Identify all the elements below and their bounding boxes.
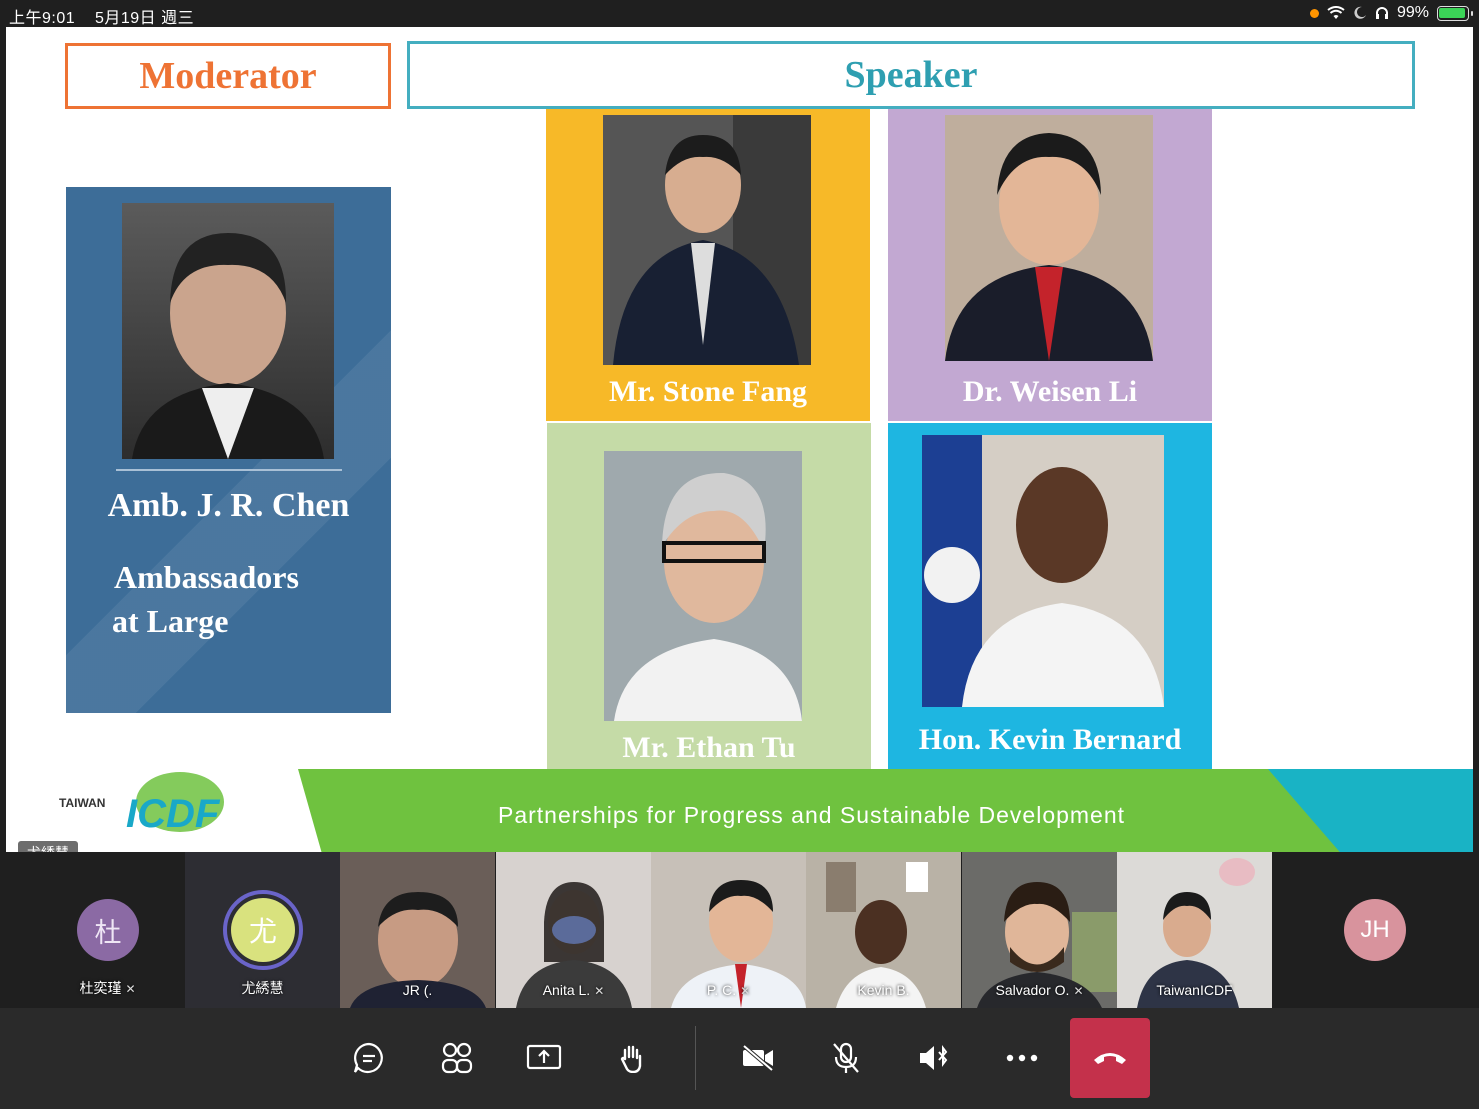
participant-tile[interactable]: JR (. — [340, 852, 495, 1008]
mic-muted-icon: ✕ — [1073, 984, 1084, 998]
avatar: 杜 — [77, 899, 139, 961]
mic-muted-icon: ✕ — [594, 984, 605, 998]
more-options-button[interactable] — [1000, 1038, 1044, 1078]
participant-name: 尤綉慧 — [241, 980, 284, 996]
mic-off-icon — [833, 1042, 859, 1073]
leave-call-button[interactable] — [1070, 1018, 1150, 1098]
speaker-photo-1 — [603, 115, 811, 365]
status-indicators: 99% — [1309, 4, 1473, 22]
participant-tile[interactable]: P. C. ✕ — [651, 852, 806, 1008]
participant-strip[interactable]: 🎙̸ 杜 杜奕瑾✕ 尤 尤綉慧 JR (. Anita L.✕ P. C.✕ K… — [0, 852, 1479, 1008]
participant-tile[interactable]: 杜 杜奕瑾 ✕ — [30, 852, 185, 1008]
people-icon — [441, 1042, 473, 1074]
participant-tile[interactable]: TaiwanICDF — [1117, 852, 1272, 1008]
participant-tile[interactable]: Salvador O. ✕ — [962, 852, 1117, 1008]
speaker-photo-3 — [604, 451, 802, 721]
speaker-photo-4 — [922, 435, 1164, 707]
shared-screen: Moderator Speaker Amb. J. R. Chen Ambass… — [6, 27, 1473, 852]
speaker-name-1: Mr. Stone Fang — [608, 375, 808, 408]
mic-muted-icon: ✕ — [125, 982, 136, 996]
people-button[interactable] — [435, 1038, 479, 1078]
participant-tile[interactable]: JH — [1297, 852, 1452, 1008]
speaker-header: Speaker — [407, 41, 1415, 109]
participant-name: Anita L. ✕ — [542, 982, 605, 998]
logo-taiwan-text: TAIWAN — [59, 796, 106, 810]
camera-off-icon — [742, 1044, 774, 1072]
participant-tile[interactable]: Anita L. ✕ — [496, 852, 651, 1008]
participant-name: TaiwanICDF — [1156, 982, 1233, 998]
meeting-controls — [0, 1008, 1479, 1109]
participant-tile[interactable]: Kevin B. — [806, 852, 961, 1008]
avatar: 尤 — [223, 890, 303, 970]
raise-hand-icon — [620, 1045, 642, 1073]
controls-divider — [695, 1026, 696, 1090]
moderator-title-line1: Ambassadors — [114, 559, 299, 595]
avatar: JH — [1344, 899, 1406, 961]
speaker-name-3: Mr. Ethan Tu — [622, 731, 796, 764]
slide-banner: Partnerships for Progress and Sustainabl… — [298, 769, 1473, 852]
participant-name: P. C. ✕ — [706, 982, 751, 998]
mic-muted-icon: ✕ — [740, 984, 751, 998]
participant-name: 杜奕瑾 ✕ — [79, 980, 136, 996]
speaker-card-2: Dr. Weisen Li — [888, 109, 1212, 421]
wifi-icon — [1327, 6, 1345, 19]
speaker-name-2: Dr. Weisen Li — [962, 375, 1138, 408]
battery-icon — [1437, 5, 1473, 21]
moderator-name: Amb. J. R. Chen — [107, 487, 350, 524]
headphones-icon — [1375, 7, 1388, 19]
banner-text: Partnerships for Progress and Sustainabl… — [498, 802, 1126, 828]
meeting-window: 上午9:01 5月19日 週三 99% Moderator Speaker Am… — [0, 0, 1479, 1109]
share-screen-icon — [526, 1044, 562, 1070]
camera-toggle-button[interactable] — [736, 1038, 780, 1078]
chat-button[interactable] — [347, 1038, 391, 1078]
speaker-card-3: Mr. Ethan Tu — [547, 423, 871, 773]
presenter-name-tag: 尤綉慧 — [18, 841, 78, 852]
mic-in-use-indicator-icon — [1309, 8, 1319, 18]
participant-name: 🎙̸ — [0, 982, 30, 998]
speaker-card-1: Mr. Stone Fang — [546, 109, 870, 421]
hang-up-icon — [1094, 1053, 1126, 1064]
logo-icdf-text: ICDF — [126, 792, 220, 836]
speaker-photo-2 — [945, 115, 1153, 361]
moderator-title-line2: at Large — [112, 603, 229, 639]
participant-name: JR (. — [402, 982, 433, 998]
participant-name: Kevin B. — [857, 982, 910, 998]
participant-name: Salvador O. ✕ — [995, 982, 1084, 998]
status-time: 上午9:01 — [9, 10, 76, 27]
moderator-divider — [116, 469, 342, 471]
more-icon — [1006, 1054, 1038, 1062]
share-screen-button[interactable] — [522, 1038, 566, 1078]
chat-icon — [353, 1042, 383, 1073]
status-time-date: 上午9:01 5月19日 週三 — [9, 4, 194, 28]
battery-percent: 99% — [1396, 4, 1429, 21]
mic-toggle-button[interactable] — [824, 1038, 868, 1078]
banner-accent — [1268, 769, 1473, 852]
moderator-photo — [122, 203, 334, 459]
participant-tile-active[interactable]: 尤 尤綉慧 — [185, 852, 340, 1008]
status-bar: 上午9:01 5月19日 週三 99% — [0, 0, 1479, 27]
speaker-button[interactable] — [912, 1038, 956, 1078]
avatar-inner: 尤 — [231, 898, 295, 962]
moon-icon — [1354, 6, 1366, 19]
speaker-card-4: Hon. Kevin Bernard — [888, 423, 1212, 773]
participant-tile[interactable]: 🎙̸ — [0, 852, 30, 1008]
speaker-icon — [920, 1045, 948, 1070]
moderator-header: Moderator — [65, 43, 391, 109]
status-date: 5月19日 週三 — [94, 10, 195, 27]
raise-hand-button[interactable] — [610, 1038, 654, 1078]
moderator-panel: Amb. J. R. Chen Ambassadors at Large — [66, 187, 391, 713]
speaker-name-4: Hon. Kevin Bernard — [918, 723, 1182, 756]
